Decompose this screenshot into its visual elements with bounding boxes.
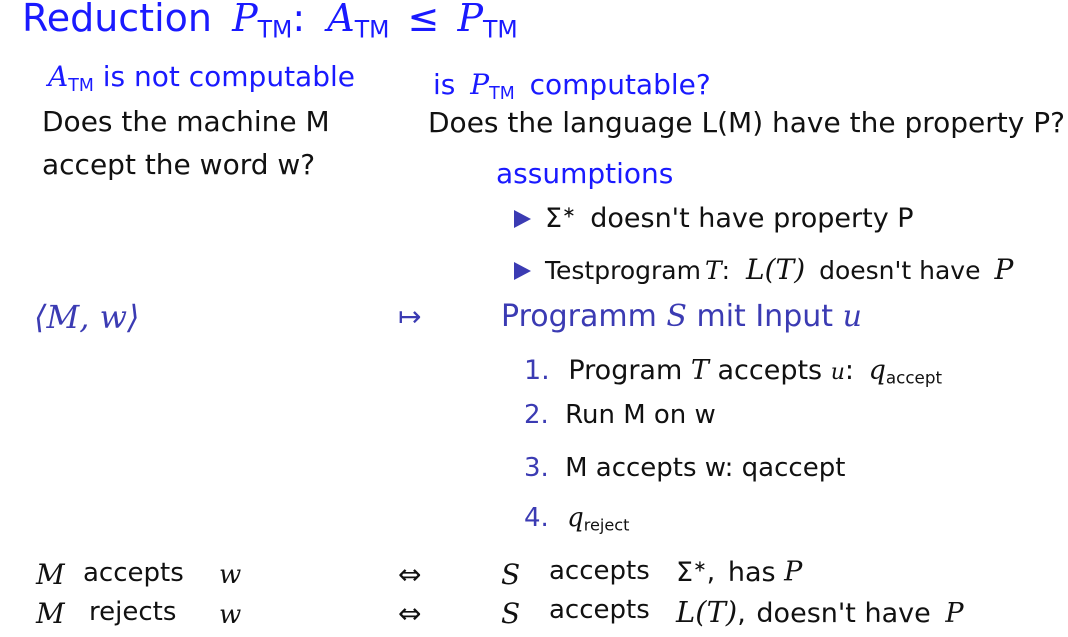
step-1-u: u	[830, 360, 845, 385]
eq1-s: S	[501, 558, 521, 591]
left-question-line1: Does the machine M	[42, 105, 330, 138]
eq2-lang: L(T)	[676, 595, 738, 629]
eq2-s: S	[501, 597, 521, 630]
right-heading-sym: P	[470, 68, 490, 101]
eq2-verb: rejects	[89, 597, 177, 627]
input-u: u	[842, 299, 862, 334]
assumption-2-p: P	[994, 253, 1014, 286]
step-3-num: 3.	[524, 453, 549, 483]
assumption-2-lt: L(T)	[746, 253, 806, 286]
left-heading-text: is not computable	[102, 60, 355, 93]
step-1-num: 1.	[524, 355, 550, 386]
testprogram-label: Testprogram	[545, 256, 701, 285]
title-sub1: TM	[257, 15, 293, 44]
assumption-item-2: Testprogram T: L(T) doesn't have P	[514, 253, 1013, 286]
left-heading-sub: TM	[68, 75, 94, 96]
step-2-text: Run M on w	[565, 400, 716, 430]
left-question-line2: accept the word w?	[42, 148, 316, 181]
title-prefix: Reduction	[22, 0, 212, 40]
eq1-s-verb: accepts	[549, 556, 650, 586]
step-1-q: qaccept	[868, 355, 943, 388]
eq2-m: M	[36, 597, 65, 630]
eq1-iff: ⇔	[398, 558, 422, 591]
eq2-s-verb: accepts	[549, 595, 650, 625]
eq2-result-text: doesn't have	[756, 598, 931, 629]
assumption-2-t: T	[704, 256, 722, 285]
left-heading-sym: A	[48, 60, 69, 93]
title-p2: P	[457, 0, 484, 40]
right-heading-is: is	[433, 68, 456, 101]
bullet-triangle-icon	[514, 262, 531, 280]
eq2-p: P	[945, 598, 964, 629]
step-3-text: M accepts w: qaccept	[565, 453, 846, 483]
right-heading-sub: TM	[489, 83, 515, 104]
title-sub2: TM	[354, 15, 390, 44]
title-leq: ≤	[407, 0, 440, 40]
assumption-item-1: Σ∗ doesn't have property P	[514, 202, 914, 234]
eq1-verb: accepts	[83, 558, 184, 588]
eq2-result: L(T), doesn't have P	[676, 595, 964, 629]
programm-label: Programm	[501, 299, 657, 334]
step-1-t: T	[690, 355, 709, 386]
title-p: P	[232, 0, 258, 40]
program-s: S	[666, 299, 687, 334]
slide-title: Reduction PTM: ATM ≤ PTM	[22, 0, 518, 44]
step-3: 3. M accepts w: qaccept	[524, 453, 845, 483]
mapping-input: ⟨M, w⟩	[34, 298, 140, 336]
eq1-result-text: has	[727, 556, 776, 588]
step-2: 2. Run M on w	[524, 400, 716, 430]
eq1-w: w	[219, 560, 242, 590]
step-1-mid: accepts	[717, 355, 823, 386]
step-1-pre: Program	[568, 355, 683, 386]
step-4-num: 4.	[524, 503, 549, 533]
eq1-lang: Σ∗	[676, 556, 707, 588]
step-4: 4. qreject	[524, 503, 629, 535]
title-a: A	[327, 0, 355, 40]
left-heading: ATM is not computable	[48, 60, 355, 96]
right-question: Does the language L(M) have the property…	[428, 106, 1065, 139]
right-heading-text: computable?	[529, 68, 711, 101]
eq1-p: P	[784, 556, 803, 588]
sigma-star: Σ∗	[545, 202, 576, 234]
maps-to-arrow: ↦	[398, 300, 422, 333]
mit-input-label: mit Input	[696, 299, 834, 334]
right-heading: is PTM computable?	[433, 68, 711, 104]
title-sub3: TM	[483, 15, 518, 44]
title-colon: :	[292, 0, 306, 40]
mapping-output: Programm S mit Input u	[501, 299, 862, 334]
eq2-w: w	[219, 600, 242, 630]
assumption-2-text: doesn't have	[819, 256, 981, 285]
bullet-triangle-icon	[514, 209, 531, 228]
step-4-q: qreject	[567, 503, 630, 535]
assumption-1-text: doesn't have property P	[590, 202, 914, 234]
eq1-result: Σ∗, has P	[676, 556, 803, 588]
step-1: 1. Program T accepts u: qaccept	[524, 355, 943, 388]
assumptions-label: assumptions	[496, 157, 674, 190]
eq1-m: M	[36, 558, 65, 591]
step-2-num: 2.	[524, 400, 549, 430]
eq2-iff: ⇔	[398, 597, 422, 630]
